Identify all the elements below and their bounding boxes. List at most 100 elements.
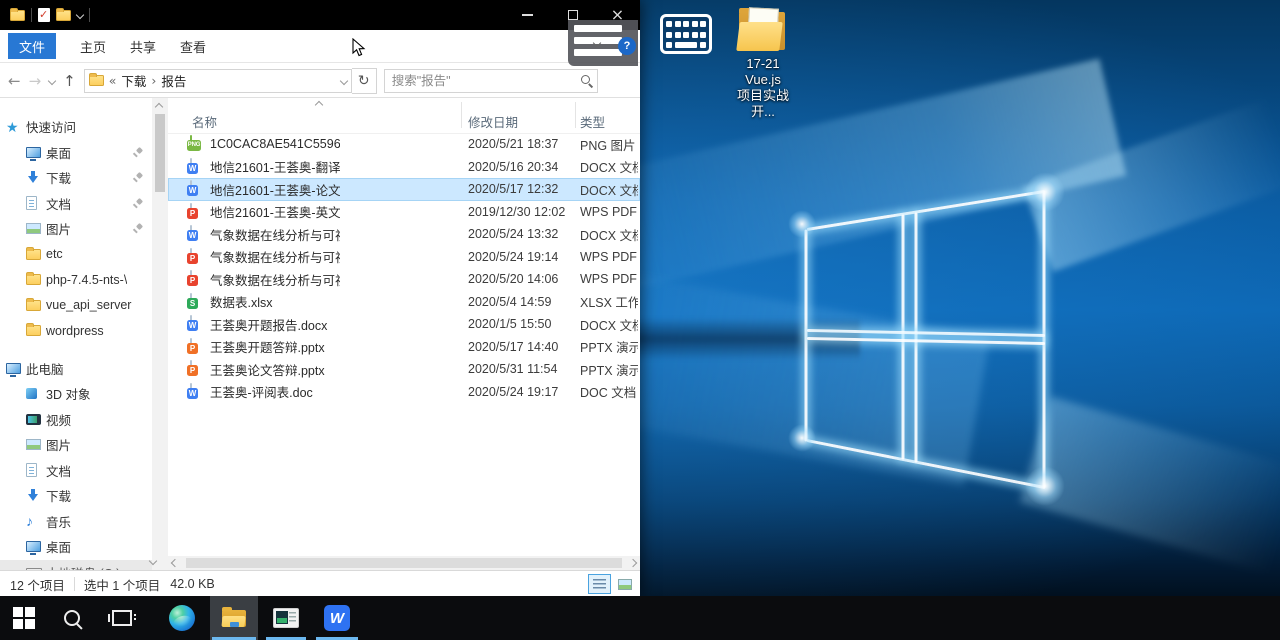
search-icon[interactable] xyxy=(581,75,590,84)
taskbar-file-explorer-button[interactable] xyxy=(210,596,258,640)
taskbar-app-window-button[interactable] xyxy=(264,596,308,640)
tab-file[interactable]: 文件 xyxy=(8,33,56,59)
sidebar-item-quick-access[interactable]: ★ 快速访问 xyxy=(0,114,152,140)
app-window-icon xyxy=(273,608,299,628)
search-icon xyxy=(64,610,80,626)
sidebar-scrollbar[interactable] xyxy=(152,98,168,573)
onscreen-keyboard-icon[interactable] xyxy=(660,14,712,54)
scrollbar-thumb[interactable] xyxy=(186,558,622,568)
folder-icon[interactable] xyxy=(10,10,25,21)
table-row[interactable]: S 数据表.xlsx 2020/5/4 14:59 XLSX 工作表 xyxy=(168,291,640,314)
pin-icon xyxy=(133,147,144,158)
new-folder-icon[interactable] xyxy=(56,10,71,21)
pdf-file-icon: P xyxy=(190,203,192,219)
table-row[interactable]: P 地信21601-王荟奥-英文.pdf 2019/12/30 12:02 WP… xyxy=(168,201,640,224)
sidebar-item-php[interactable]: php-7.4.5-nts-\ xyxy=(0,267,152,293)
forward-button[interactable]: → xyxy=(29,72,42,90)
folder-icon xyxy=(89,75,104,86)
quick-access-toolbar xyxy=(0,8,90,22)
download-icon xyxy=(26,171,40,184)
desktop-icon-label: 17-21 Vue.js 项目实战开... xyxy=(731,56,795,120)
taskbar-wps-button[interactable]: W xyxy=(314,596,360,640)
table-row[interactable]: W 王荟奥开题报告.docx 2020/1/5 15:50 DOCX 文档 xyxy=(168,313,640,336)
document-icon xyxy=(26,463,37,477)
sidebar-item-pictures-pc[interactable]: 图片 xyxy=(0,432,152,458)
details-view-button[interactable] xyxy=(588,574,611,594)
sidebar-item-etc[interactable]: etc xyxy=(0,242,152,268)
scroll-right-icon[interactable] xyxy=(629,559,637,567)
sidebar-item-label: 快速访问 xyxy=(26,117,76,136)
sort-ascending-icon xyxy=(315,101,323,109)
sidebar-item-pictures[interactable]: 图片 xyxy=(0,216,152,242)
sidebar-item-documents-pc[interactable]: 文档 xyxy=(0,458,152,484)
scroll-left-icon[interactable] xyxy=(171,559,179,567)
collapsed-path-mark[interactable]: « xyxy=(109,73,117,88)
sidebar-item-desktop[interactable]: 桌面 xyxy=(0,140,152,166)
column-header-type[interactable]: 类型 xyxy=(580,112,605,131)
sidebar-item-desktop-pc[interactable]: 桌面 xyxy=(0,534,152,560)
docx-file-icon: W xyxy=(190,225,192,241)
table-row[interactable]: P 气象数据在线分析与可视化系统设计与实... 2020/5/24 19:14 … xyxy=(168,246,640,269)
tab-home[interactable]: 主页 xyxy=(80,37,106,56)
details-view-icon xyxy=(593,579,606,590)
breadcrumb-downloads[interactable]: 下载 xyxy=(121,71,146,90)
properties-icon[interactable] xyxy=(38,8,50,22)
scrollbar-thumb[interactable] xyxy=(155,114,165,192)
sidebar-item-downloads-pc[interactable]: 下载 xyxy=(0,483,152,509)
column-header-name[interactable]: 名称 xyxy=(192,112,217,131)
edge-browser-icon xyxy=(169,605,195,631)
scroll-up-icon[interactable] xyxy=(155,103,163,111)
column-headers: 名称 修改日期 类型 xyxy=(168,98,640,134)
tab-share[interactable]: 共享 xyxy=(130,37,156,56)
sidebar-item-music[interactable]: ♪ 音乐 xyxy=(0,509,152,535)
column-resize-handle[interactable] xyxy=(461,102,462,128)
large-icons-view-button[interactable] xyxy=(613,574,636,594)
docx-file-icon: W xyxy=(190,180,192,196)
column-resize-handle[interactable] xyxy=(575,102,576,128)
table-row[interactable]: P 气象数据在线分析与可视化系统设计与实... 2020/5/20 14:06 … xyxy=(168,268,640,291)
sidebar-item-videos[interactable]: 视频 xyxy=(0,407,152,433)
sidebar-item-downloads[interactable]: 下载 xyxy=(0,165,152,191)
png-file-icon: PNG xyxy=(190,135,192,151)
breadcrumb-reports[interactable]: 报告 xyxy=(161,71,186,90)
table-row-selected[interactable]: W 地信21601-王荟奥-论文.docx 2020/5/17 12:32 DO… xyxy=(168,178,640,201)
file-list-pane: 名称 修改日期 类型 PNG 1C0CAC8AE541C5596C284974B… xyxy=(168,98,640,573)
taskbar-search-button[interactable] xyxy=(50,596,94,640)
table-row[interactable]: W 王荟奥-评阅表.doc 2020/5/24 19:17 DOC 文档 xyxy=(168,381,640,404)
sidebar-item-this-pc[interactable]: 此电脑 xyxy=(0,356,152,382)
pin-icon xyxy=(133,198,144,209)
minimize-button[interactable] xyxy=(505,0,550,30)
sidebar-item-wordpress[interactable]: wordpress xyxy=(0,318,152,344)
table-row[interactable]: PNG 1C0CAC8AE541C5596C284974B2D1E... 202… xyxy=(168,133,640,156)
horizontal-scrollbar[interactable] xyxy=(168,556,640,570)
pdf-file-icon: P xyxy=(190,270,192,286)
table-row[interactable]: P 王荟奥论文答辩.pptx 2020/5/31 11:54 PPTX 演示文稿 xyxy=(168,358,640,381)
taskbar-edge-button[interactable] xyxy=(160,596,204,640)
column-header-date[interactable]: 修改日期 xyxy=(468,112,518,131)
sidebar-item-vue-api-server[interactable]: vue_api_server xyxy=(0,293,152,319)
items-count: 12 个项目 xyxy=(10,575,65,594)
address-dropdown-chevron-icon[interactable] xyxy=(339,76,347,84)
pin-icon xyxy=(133,223,144,234)
docx-file-icon: W xyxy=(190,315,192,331)
address-bar[interactable]: « 下载 › 报告 xyxy=(84,69,352,93)
table-row[interactable]: P 王荟奥开题答辩.pptx 2020/5/17 14:40 PPTX 演示文稿 xyxy=(168,336,640,359)
table-row[interactable]: W 地信21601-王荟奥-翻译.docx 2020/5/16 20:34 DO… xyxy=(168,156,640,179)
search-input[interactable] xyxy=(385,70,597,92)
start-button[interactable] xyxy=(2,596,46,640)
tab-view[interactable]: 查看 xyxy=(180,37,206,56)
recent-locations-chevron-icon[interactable] xyxy=(48,76,56,84)
up-button[interactable]: ↑ xyxy=(63,72,76,90)
customize-toolbar-chevron-icon[interactable] xyxy=(76,11,84,19)
doc-file-icon: W xyxy=(190,383,192,399)
help-button[interactable]: ? xyxy=(618,37,636,55)
refresh-button[interactable]: ↻ xyxy=(352,68,377,94)
pdf-file-icon: P xyxy=(190,248,192,264)
sidebar-item-3d-objects[interactable]: 3D 对象 xyxy=(0,381,152,407)
back-button[interactable]: ← xyxy=(8,72,21,90)
sidebar-item-documents[interactable]: 文档 xyxy=(0,191,152,217)
desktop-icon-vuejs-folder[interactable]: 17-21 Vue.js 项目实战开... xyxy=(731,6,795,120)
task-view-button[interactable] xyxy=(100,596,144,640)
table-row[interactable]: W 气象数据在线分析与可视化系统设计与实... 2020/5/24 13:32 … xyxy=(168,223,640,246)
large-icons-view-icon xyxy=(618,579,632,590)
